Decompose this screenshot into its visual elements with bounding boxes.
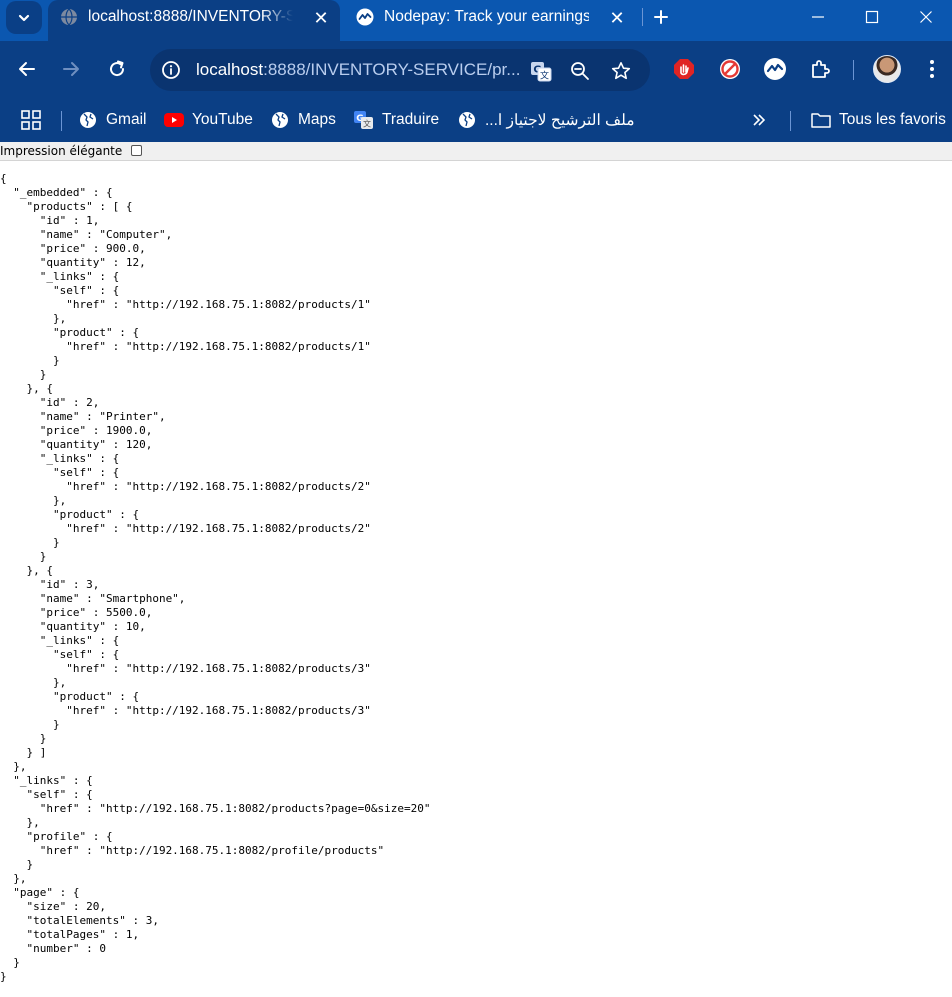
- url-path: :8888/INVENTORY-SERVICE/pr...: [263, 60, 521, 79]
- tab-title: localhost:8888/INVENTORY-SERVICE/product…: [88, 8, 293, 25]
- pretty-print-label: Impression élégante: [0, 144, 123, 158]
- toolbar: localhost:8888/INVENTORY-SERVICE/pr... G…: [0, 41, 952, 99]
- chevron-down-icon: [18, 14, 30, 21]
- minimize-button[interactable]: [794, 0, 842, 34]
- bookmark-gmail[interactable]: Gmail: [78, 107, 146, 133]
- arrow-left-icon: [19, 62, 35, 76]
- all-bookmarks-folder[interactable]: Tous les favoris: [811, 107, 946, 133]
- maximize-button[interactable]: [848, 0, 896, 34]
- tab-strip: localhost:8888/INVENTORY-SERVICE/product…: [0, 0, 952, 41]
- reload-button[interactable]: [102, 54, 132, 84]
- pretty-print-bar: Impression élégante: [0, 142, 952, 161]
- bookmark-label: Traduire: [382, 111, 440, 128]
- svg-text:文: 文: [363, 119, 371, 129]
- globe-icon: [61, 8, 77, 26]
- bookmark-traduire[interactable]: G文 Traduire: [354, 107, 439, 133]
- bookmark-label: Maps: [298, 111, 336, 128]
- toolbar-separator: [853, 60, 854, 80]
- youtube-icon: [164, 110, 184, 130]
- svg-text:文: 文: [540, 70, 549, 82]
- bookmark-star-icon[interactable]: [609, 59, 633, 83]
- globe-icon: [270, 110, 290, 130]
- tab-title: Nodepay: Track your earnings: [384, 8, 589, 25]
- bookmark-label: ملف الترشيح لاجتياز ا...: [485, 111, 635, 129]
- apps-grid-icon: [21, 110, 41, 130]
- close-icon: [920, 11, 932, 23]
- bookmark-arabic[interactable]: ملف الترشيح لاجتياز ا...: [457, 107, 635, 133]
- globe-icon: [457, 110, 477, 130]
- info-icon[interactable]: [160, 59, 182, 81]
- tab-separator: [642, 8, 643, 26]
- folder-icon: [811, 110, 831, 130]
- blocker-icon[interactable]: [716, 55, 744, 83]
- tab-localhost[interactable]: localhost:8888/INVENTORY-SERVICE/product…: [48, 0, 340, 41]
- translate-icon[interactable]: G文: [529, 59, 553, 83]
- bookmark-youtube[interactable]: YouTube: [164, 107, 253, 133]
- address-bar[interactable]: localhost:8888/INVENTORY-SERVICE/pr... G…: [150, 49, 650, 91]
- new-tab-button[interactable]: [648, 4, 674, 30]
- minimize-icon: [812, 16, 824, 18]
- maximize-icon: [865, 10, 879, 24]
- bookmarks-bar: Gmail YouTube Maps G文 Traduire ملف الترش…: [0, 99, 952, 142]
- bookmark-label: YouTube: [192, 111, 253, 128]
- zoom-icon[interactable]: [568, 59, 592, 83]
- extensions-icon[interactable]: [806, 55, 834, 83]
- apps-button[interactable]: [21, 107, 41, 133]
- adblock-icon[interactable]: [670, 55, 698, 83]
- bookmark-separator: [61, 111, 62, 131]
- tab-search-button[interactable]: [6, 1, 42, 34]
- reload-icon: [110, 60, 125, 77]
- tab-nodepay[interactable]: Nodepay: Track your earnings ✕: [344, 0, 636, 41]
- more-vert-icon: [930, 60, 934, 78]
- close-window-button[interactable]: [902, 0, 950, 34]
- back-button[interactable]: [12, 54, 42, 84]
- chevron-double-right-icon: [753, 114, 766, 126]
- forward-button[interactable]: [56, 54, 86, 84]
- globe-icon: [78, 110, 98, 130]
- bookmark-separator: [790, 111, 791, 131]
- bookmark-label: Tous les favoris: [839, 111, 946, 128]
- close-icon[interactable]: ✕: [606, 7, 628, 29]
- bookmark-label: Gmail: [106, 111, 147, 128]
- menu-button[interactable]: [918, 55, 946, 83]
- plus-icon: [654, 10, 668, 24]
- close-icon[interactable]: ✕: [310, 7, 332, 29]
- google-translate-icon: G文: [354, 110, 374, 130]
- avatar[interactable]: [873, 55, 901, 83]
- nodepay-extension-icon[interactable]: [761, 55, 789, 83]
- arrow-right-icon: [63, 62, 79, 76]
- pretty-print-checkbox[interactable]: [131, 145, 142, 156]
- url-host: localhost: [196, 60, 264, 79]
- more-bookmarks-button[interactable]: [752, 107, 766, 133]
- bookmark-maps[interactable]: Maps: [270, 107, 336, 133]
- url-text: localhost:8888/INVENTORY-SERVICE/pr...: [196, 60, 520, 80]
- json-content: { "_embedded" : { "products" : [ { "id" …: [0, 172, 431, 983]
- nodepay-icon: [356, 8, 374, 26]
